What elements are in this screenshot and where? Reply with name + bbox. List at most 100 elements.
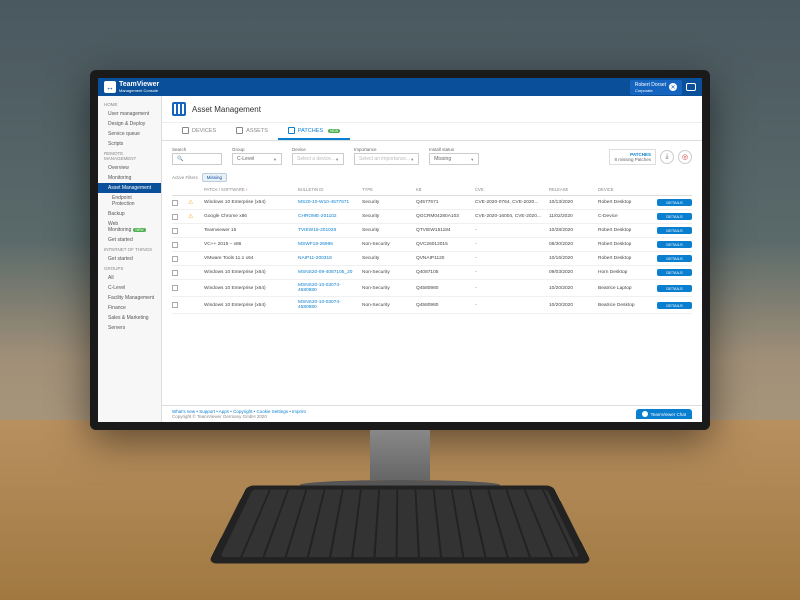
details-button[interactable]: DETAILS bbox=[657, 241, 692, 248]
cell-bulletin[interactable]: NAIP11-200319 bbox=[298, 256, 358, 261]
row-checkbox[interactable] bbox=[172, 285, 178, 291]
sort-icon: ↑ bbox=[245, 187, 248, 192]
user-settings-icon[interactable]: ✕ bbox=[669, 83, 677, 91]
col-header[interactable]: RELEASE bbox=[549, 187, 594, 192]
cell-cve: - bbox=[475, 303, 545, 308]
row-checkbox[interactable] bbox=[172, 200, 178, 206]
details-button[interactable]: DETAILS bbox=[657, 213, 692, 220]
row-checkbox[interactable] bbox=[172, 214, 178, 220]
tab-assets[interactable]: ASSETS bbox=[226, 123, 278, 140]
tab-patches[interactable]: PATCHESNEW bbox=[278, 123, 350, 140]
cell-kb: QGCRM04280A103 bbox=[416, 214, 471, 219]
row-checkbox[interactable] bbox=[172, 242, 178, 248]
col-header[interactable]: CVE bbox=[475, 187, 545, 192]
sidebar-item-overview[interactable]: Overview bbox=[98, 163, 161, 173]
sidebar-item-finance[interactable]: Finance bbox=[98, 303, 161, 313]
cell-release: 10/16/2020 bbox=[549, 256, 594, 261]
sidebar-item-all[interactable]: All bbox=[98, 273, 161, 283]
search-input[interactable]: 🔍 bbox=[172, 153, 222, 165]
importance-select[interactable]: Select an importance...▼ bbox=[354, 153, 419, 165]
patches-table: PATCH / SOFTWARE ↑ BULLETIN ID TYPE KB CVE RE… bbox=[162, 184, 702, 405]
cell-device: Robert Desktop bbox=[598, 228, 653, 233]
col-header[interactable]: DEVICE bbox=[598, 187, 653, 192]
row-checkbox[interactable] bbox=[172, 228, 178, 234]
search-filter: Search 🔍 bbox=[172, 147, 222, 165]
table-row: VC++ 2015 – x86MSWF18-26995Non-SecurityQ… bbox=[172, 238, 692, 252]
group-select[interactable]: C-Level▼ bbox=[232, 153, 282, 165]
cell-patch: Google Chrome x86 bbox=[204, 214, 294, 219]
cell-bulletin[interactable]: MSNS20-10-03074-4580980 bbox=[298, 300, 358, 310]
details-button[interactable]: DETAILS bbox=[657, 269, 692, 276]
brand-name: TeamViewer bbox=[119, 81, 159, 88]
cell-type: Security bbox=[362, 228, 412, 233]
sidebar-item-web-monitoring[interactable]: Web MonitoringNEW bbox=[98, 219, 161, 235]
tab-devices[interactable]: DEVICES bbox=[172, 123, 226, 140]
col-header[interactable]: BULLETIN ID bbox=[298, 187, 358, 192]
keyboard bbox=[208, 485, 592, 563]
sidebar-item-endpoint-protection[interactable]: Endpoint Protection bbox=[98, 193, 161, 209]
sidebar-item-scripts[interactable]: Scripts bbox=[98, 139, 161, 149]
table-row: Windows 10 Enterprise (x64)MSNS20-09-408… bbox=[172, 266, 692, 280]
chat-icon[interactable] bbox=[686, 83, 696, 91]
cell-bulletin[interactable]: MS20-10-W10-4577671 bbox=[298, 200, 358, 205]
active-filters: Active Filters Missing bbox=[162, 171, 702, 184]
cell-kb: QTVIEW151184 bbox=[416, 228, 471, 233]
cell-bulletin[interactable]: CHROME-201102 bbox=[298, 214, 358, 219]
group-label: Group bbox=[232, 147, 282, 152]
user-tier: Corporate bbox=[635, 88, 666, 93]
sidebar-item-get-started[interactable]: Get started bbox=[98, 235, 161, 245]
cell-kb: Q4577671 bbox=[416, 200, 471, 205]
install-select[interactable]: Missing▼ bbox=[429, 153, 479, 165]
cell-cve: - bbox=[475, 228, 545, 233]
col-header[interactable]: KB bbox=[416, 187, 471, 192]
user-menu[interactable]: Robert Dorset Corporate ✕ bbox=[630, 80, 682, 95]
chevron-down-icon: ▼ bbox=[273, 157, 277, 162]
sidebar-item-service-queue[interactable]: Service queue bbox=[98, 129, 161, 139]
table-row: Windows 10 Enterprise (x64)MSNS20-10-030… bbox=[172, 280, 692, 297]
sidebar-section-header: HOME bbox=[98, 100, 161, 109]
sidebar-item-design-deploy[interactable]: Design & Deploy bbox=[98, 119, 161, 129]
sidebar-item-asset-management[interactable]: Asset Management bbox=[98, 183, 161, 193]
filter-chip-missing[interactable]: Missing bbox=[202, 173, 227, 182]
row-checkbox[interactable] bbox=[172, 302, 178, 308]
details-button[interactable]: DETAILS bbox=[657, 255, 692, 262]
export-button[interactable]: ⤓ bbox=[660, 150, 674, 164]
sidebar-item-facility-management[interactable]: Facility Management bbox=[98, 293, 161, 303]
details-button[interactable]: DETAILS bbox=[657, 285, 692, 292]
chevron-down-icon: ▼ bbox=[410, 157, 414, 162]
sidebar-item-backup[interactable]: Backup bbox=[98, 209, 161, 219]
sidebar-item-servers[interactable]: Servers bbox=[98, 323, 161, 333]
brand-logo[interactable]: ↔ TeamViewer Management Console bbox=[104, 81, 159, 93]
device-select[interactable]: Select a device...▼ bbox=[292, 153, 344, 165]
details-button[interactable]: DETAILS bbox=[657, 199, 692, 206]
col-header[interactable]: PATCH / SOFTWARE ↑ bbox=[204, 187, 294, 192]
chat-widget[interactable]: TeamViewer Chat bbox=[636, 409, 692, 419]
footer: What's new • Support • Apps • Copyright … bbox=[162, 405, 702, 422]
details-button[interactable]: DETAILS bbox=[657, 302, 692, 309]
devices-icon bbox=[182, 127, 189, 134]
target-button[interactable]: ◎ bbox=[678, 150, 692, 164]
table-row: VMware Tools 11.1 x64NAIP11-200319Securi… bbox=[172, 252, 692, 266]
sidebar-item-user-management[interactable]: User management bbox=[98, 109, 161, 119]
cell-bulletin[interactable]: MSNS20-10-03074-4580980 bbox=[298, 283, 358, 293]
cell-cve: CVE-2020-0764, CVE-2020... bbox=[475, 200, 545, 205]
row-checkbox[interactable] bbox=[172, 270, 178, 276]
sidebar-item-monitoring[interactable]: Monitoring bbox=[98, 173, 161, 183]
row-checkbox[interactable] bbox=[172, 256, 178, 262]
sidebar-item-sales-marketing[interactable]: Sales & Marketing bbox=[98, 313, 161, 323]
sidebar-section-header: REMOTE MANAGEMENT bbox=[98, 149, 161, 163]
cell-patch: Windows 10 Enterprise (x64) bbox=[204, 200, 294, 205]
col-header[interactable]: TYPE bbox=[362, 187, 412, 192]
sidebar-item-c-level[interactable]: C-Level bbox=[98, 283, 161, 293]
cell-bulletin[interactable]: TVIEW15-201028 bbox=[298, 228, 358, 233]
cell-type: Security bbox=[362, 200, 412, 205]
cell-kb: QVC26012015 bbox=[416, 242, 471, 247]
cell-bulletin[interactable]: MSNS20-09-4087105_20 bbox=[298, 270, 358, 275]
details-button[interactable]: DETAILS bbox=[657, 227, 692, 234]
cell-release: 09/03/2020 bbox=[549, 270, 594, 275]
sidebar-item-get-started[interactable]: Get started bbox=[98, 254, 161, 264]
cell-release: 10/20/2020 bbox=[549, 286, 594, 291]
cell-cve: - bbox=[475, 270, 545, 275]
cell-type: Security bbox=[362, 256, 412, 261]
cell-bulletin[interactable]: MSWF18-26995 bbox=[298, 242, 358, 247]
